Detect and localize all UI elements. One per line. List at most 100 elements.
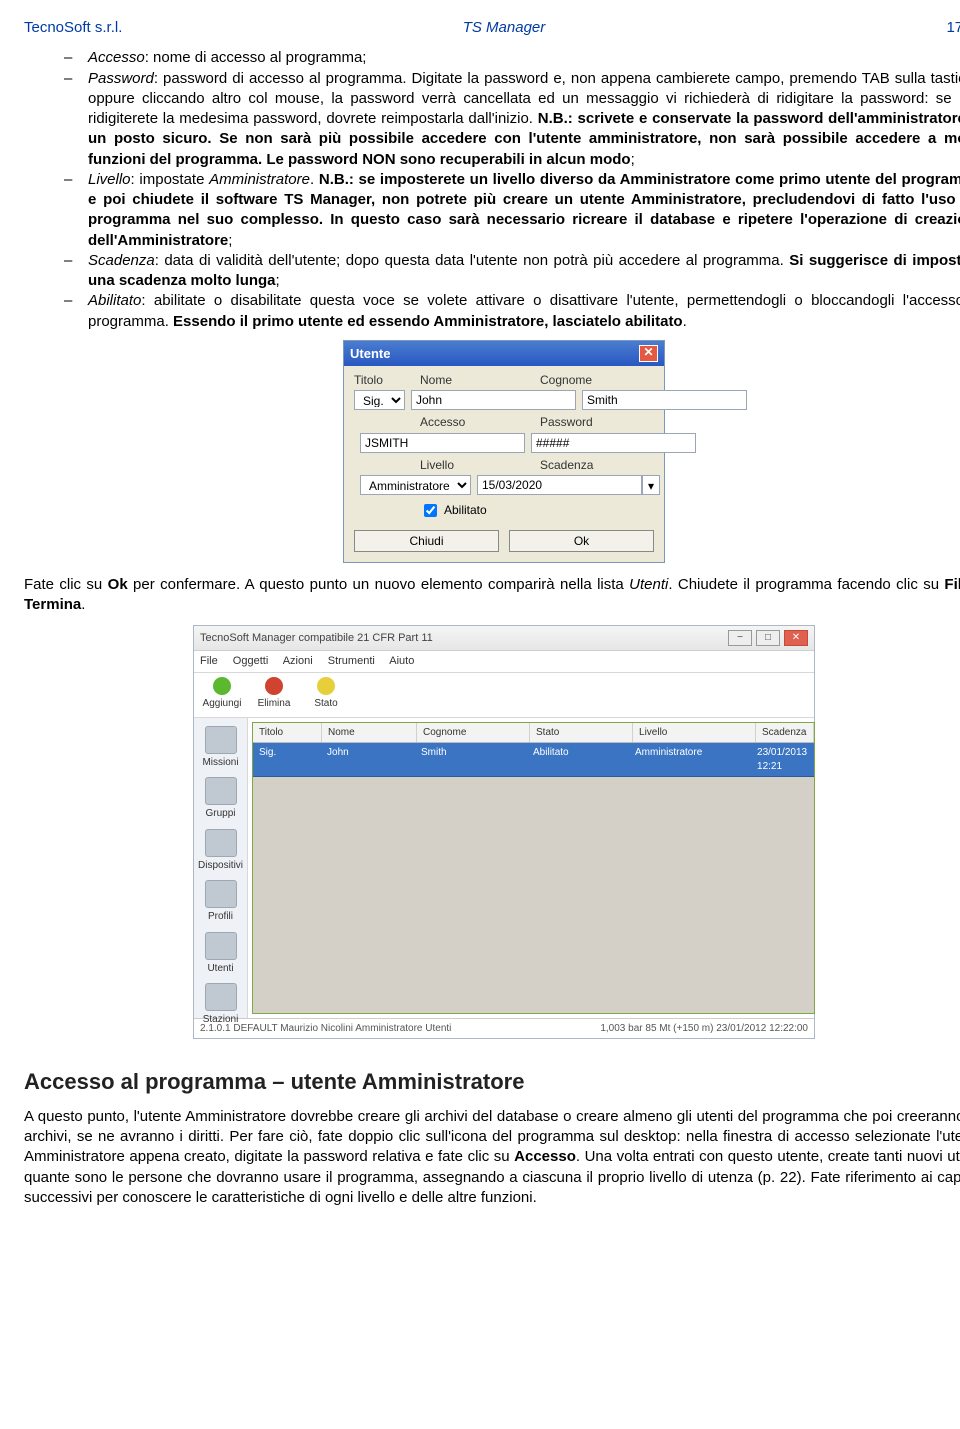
password-field[interactable] (531, 433, 696, 453)
sidebar-item-utenti[interactable]: Utenti (198, 932, 243, 976)
sidebar-label-profili: Profili (208, 910, 233, 924)
cognome-field[interactable] (582, 390, 747, 410)
toolbar-add-label: Aggiungi (203, 697, 242, 711)
nome-field[interactable] (411, 390, 576, 410)
app-body: Missioni Gruppi Dispositivi Profili Uten… (194, 718, 814, 1018)
bullet-livello: Livello: impostate Amministratore. N.B.:… (64, 170, 960, 251)
menu-aiuto[interactable]: Aiuto (389, 655, 414, 667)
bullet-accesso-text: : nome di accesso al programma; (145, 49, 367, 66)
cell-scadenza: 23/01/2013 12:21 (751, 743, 813, 776)
accesso-field[interactable] (360, 433, 525, 453)
grid-col-nome[interactable]: Nome (322, 723, 417, 743)
sidebar-item-gruppi[interactable]: Gruppi (198, 777, 243, 821)
abilitato-checkbox-label[interactable]: Abilitato (420, 501, 487, 520)
label-livello: Livello (420, 457, 534, 473)
menu-file[interactable]: File (200, 655, 218, 667)
toolbar-state-label: Stato (314, 697, 337, 711)
bullet-accesso: Accesso: nome di accesso al programma; (64, 48, 960, 68)
dialog-titlebar[interactable]: Utente ✕ (344, 341, 664, 367)
ok-button[interactable]: Ok (509, 530, 654, 552)
label-password: Password (540, 414, 654, 430)
sidebar-label-utenti: Utenti (207, 962, 233, 976)
section-paragraph: A questo punto, l'utente Amministratore … (24, 1107, 960, 1208)
dialog-body: Titolo Nome Cognome Sig. Accesso Passwor… (344, 366, 664, 562)
app-sidebar: Missioni Gruppi Dispositivi Profili Uten… (194, 718, 248, 1018)
p-ok: Ok (108, 576, 128, 593)
close-window-icon[interactable]: ✕ (784, 630, 808, 646)
header-right: 17/62 (664, 18, 960, 38)
bullet-abilitato-term: Abilitato (88, 292, 141, 309)
header-center: TS Manager (344, 18, 664, 38)
app-window: TecnoSoft Manager compatibile 21 CFR Par… (193, 625, 815, 1039)
cell-titolo: Sig. (253, 743, 321, 776)
minus-icon (265, 677, 283, 695)
stazioni-icon (205, 983, 237, 1011)
p-text2: per confermare. A questo punto un nuovo … (128, 576, 629, 593)
grid-header: Titolo Nome Cognome Stato Livello Scaden… (253, 723, 813, 744)
maximize-icon[interactable]: □ (756, 630, 780, 646)
toolbar-add[interactable]: Aggiungi (200, 677, 244, 711)
cell-livello: Amministratore (629, 743, 751, 776)
feature-list: Accesso: nome di accesso al programma; P… (24, 48, 960, 332)
dispositivi-icon (205, 829, 237, 857)
grid-col-titolo[interactable]: Titolo (253, 723, 322, 743)
chiudi-button[interactable]: Chiudi (354, 530, 499, 552)
bullet-scadenza-text1: : data di validità dell'utente; dopo que… (155, 252, 790, 269)
grid-col-scadenza[interactable]: Scadenza (756, 723, 813, 743)
grid-col-cognome[interactable]: Cognome (417, 723, 530, 743)
p-text4: . (81, 596, 85, 613)
app-titlebar[interactable]: TecnoSoft Manager compatibile 21 CFR Par… (194, 626, 814, 651)
grid-col-livello[interactable]: Livello (633, 723, 756, 743)
menu-oggetti[interactable]: Oggetti (233, 655, 268, 667)
app-toolbar: Aggiungi Elimina Stato (194, 673, 814, 718)
sp-accesso: Accesso (514, 1148, 576, 1165)
toolbar-del-label: Elimina (258, 697, 291, 711)
p-text3: . Chiudete il programma facendo clic su (668, 576, 944, 593)
sidebar-item-profili[interactable]: Profili (198, 880, 243, 924)
utenti-icon (205, 932, 237, 960)
bullet-scadenza: Scadenza: data di validità dell'utente; … (64, 251, 960, 292)
app-title-text: TecnoSoft Manager compatibile 21 CFR Par… (200, 631, 433, 646)
bullet-password-text2: ; (631, 151, 635, 168)
bullet-livello-text2: . (310, 171, 319, 188)
status-left: 2.1.0.1 DEFAULT Maurizio Nicolini Ammini… (200, 1022, 451, 1036)
missioni-icon (205, 726, 237, 754)
p-text1: Fate clic su (24, 576, 108, 593)
calendar-icon[interactable]: ▾ (642, 475, 660, 495)
plus-icon (213, 677, 231, 695)
section-title: Accesso al programma – utente Amministra… (24, 1067, 960, 1097)
sidebar-item-dispositivi[interactable]: Dispositivi (198, 829, 243, 873)
bullet-abilitato-text2: . (683, 313, 687, 330)
close-icon[interactable]: ✕ (639, 345, 658, 362)
bullet-livello-admin: Amministratore (209, 171, 310, 188)
livello-select[interactable]: Amministratore (360, 475, 471, 495)
bullet-livello-text1: : impostate (131, 171, 210, 188)
gruppi-icon (205, 777, 237, 805)
titolo-select[interactable]: Sig. (354, 390, 405, 410)
table-row[interactable]: Sig. John Smith Abilitato Amministratore… (253, 743, 813, 777)
label-accesso: Accesso (420, 414, 534, 430)
confirm-paragraph: Fate clic su Ok per confermare. A questo… (24, 575, 960, 616)
sidebar-item-missioni[interactable]: Missioni (198, 726, 243, 770)
scadenza-field[interactable] (477, 475, 642, 495)
menu-azioni[interactable]: Azioni (283, 655, 313, 667)
utente-dialog: Utente ✕ Titolo Nome Cognome Sig. Access… (343, 340, 665, 563)
menu-strumenti[interactable]: Strumenti (328, 655, 375, 667)
toolbar-del[interactable]: Elimina (252, 677, 296, 711)
label-titolo: Titolo (354, 372, 414, 388)
dialog-title-text: Utente (350, 345, 390, 363)
bullet-livello-term: Livello (88, 171, 131, 188)
bullet-livello-text3: ; (228, 232, 232, 249)
sidebar-label-gruppi: Gruppi (206, 807, 236, 821)
minimize-icon[interactable]: − (728, 630, 752, 646)
label-scadenza: Scadenza (540, 457, 654, 473)
abilitato-checkbox[interactable] (424, 504, 437, 517)
cell-nome: John (321, 743, 415, 776)
cell-cognome: Smith (415, 743, 527, 776)
app-statusbar: 2.1.0.1 DEFAULT Maurizio Nicolini Ammini… (194, 1018, 814, 1039)
profili-icon (205, 880, 237, 908)
sidebar-item-stazioni[interactable]: Stazioni (198, 983, 243, 1027)
toolbar-state[interactable]: Stato (304, 677, 348, 711)
grid-col-stato[interactable]: Stato (530, 723, 633, 743)
bullet-abilitato-nb: Essendo il primo utente ed essendo Ammin… (173, 313, 683, 330)
